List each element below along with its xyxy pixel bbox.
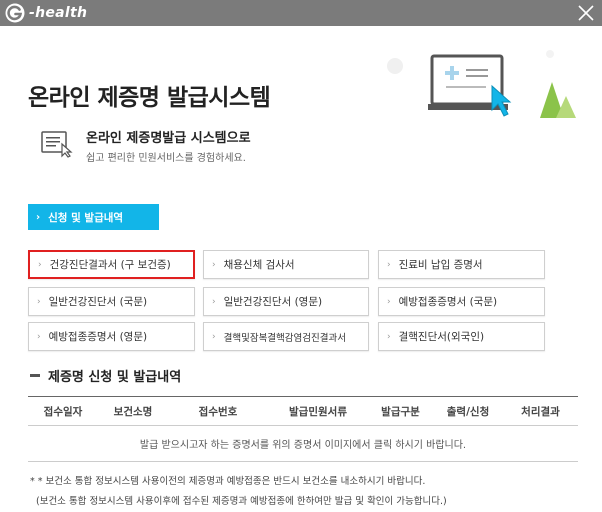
section-marker xyxy=(30,374,40,377)
certificate-label: 결핵및잠복결핵감염검진결과서 xyxy=(223,332,346,344)
certificate-label: 결핵진단서(외국인) xyxy=(398,331,485,343)
monitor-cursor-illustration xyxy=(387,50,576,118)
chevron-right-icon: › xyxy=(36,211,41,223)
close-icon[interactable] xyxy=(576,3,596,23)
certificate-health-exam-result-button[interactable]: › 건강진단결과서 (구 보건증) xyxy=(28,250,195,279)
certificate-label: 예방접종증명서 (국문) xyxy=(398,296,498,308)
certificate-medical-payment-button[interactable]: › 진료비 납입 증명서 xyxy=(378,250,545,279)
certificate-label: 채용신체 검사서 xyxy=(223,259,295,271)
certificate-label: 일반건강진단서 (국문) xyxy=(48,296,148,308)
intro-title: 온라인 제증명발급 시스템으로 xyxy=(86,131,251,146)
column-header: 접수번호 xyxy=(198,405,238,418)
title-bar: -health xyxy=(0,0,602,26)
certificate-tb-foreigner-button[interactable]: › 결핵진단서(외국인) xyxy=(378,322,545,351)
brand-text: -health xyxy=(29,5,88,21)
intro-subtitle: 쉽고 편리한 민원서비스를 경험하세요. xyxy=(86,153,246,164)
certificate-label: 건강진단결과서 (구 보건증) xyxy=(49,259,171,271)
column-header: 처리결과 xyxy=(521,405,560,418)
document-cursor-icon xyxy=(41,131,73,158)
certificate-label: 진료비 납입 증명서 xyxy=(398,259,483,271)
chevron-right-icon: › xyxy=(38,259,42,270)
certificate-vaccination-en-button[interactable]: › 예방접종증명서 (영문) xyxy=(28,322,195,351)
certificate-tb-screening-button[interactable]: › 결핵및잠복결핵감염검진결과서 xyxy=(203,322,369,351)
column-header: 발급민원서류 xyxy=(289,405,347,418)
certificate-general-health-kr-button[interactable]: › 일반건강진단서 (국문) xyxy=(28,287,195,316)
table-header: 접수일자 보건소명 접수번호 발급민원서류 발급구분 출력/신청 처리결과 xyxy=(28,396,578,426)
history-section-title: 제증명 신청 및 발급내역 xyxy=(48,370,182,385)
tab-label: 신청 및 발급내역 xyxy=(48,211,124,224)
chevron-right-icon: › xyxy=(212,259,216,270)
chevron-right-icon: › xyxy=(387,259,391,270)
certificate-vaccination-kr-button[interactable]: › 예방접종증명서 (국문) xyxy=(378,287,545,316)
tab-application-history[interactable]: › 신청 및 발급내역 xyxy=(28,204,159,230)
column-header: 출력/신청 xyxy=(446,405,490,418)
chevron-right-icon: › xyxy=(212,331,216,342)
chevron-right-icon: › xyxy=(387,331,391,342)
empty-table-message: 발급 받으시고자 하는 증명서를 위의 증명서 이미지에서 클릭 하시기 바랍니… xyxy=(28,426,578,462)
column-header: 발급구분 xyxy=(381,405,420,418)
certificate-employment-physical-button[interactable]: › 채용신체 검사서 xyxy=(203,250,369,279)
page-title: 온라인 제증명 발급시스템 xyxy=(28,85,271,111)
chevron-right-icon: › xyxy=(37,296,41,307)
notice-line-1: * * 보건소 통합 정보시스템 사용이전의 제증명과 예방접종은 반드시 보건… xyxy=(30,476,426,487)
g-logo-icon xyxy=(5,3,25,23)
chevron-right-icon: › xyxy=(212,296,216,307)
column-header: 접수일자 xyxy=(43,405,83,418)
certificate-label: 예방접종증명서 (영문) xyxy=(48,331,148,343)
column-header: 보건소명 xyxy=(113,405,153,418)
certificate-label: 일반건강진단서 (영문) xyxy=(223,296,323,308)
certificate-general-health-en-button[interactable]: › 일반건강진단서 (영문) xyxy=(203,287,369,316)
notice-line-2: (보건소 통합 정보시스템 사용이후에 접수된 제증명과 예방접종에 한하여만 … xyxy=(36,496,447,507)
chevron-right-icon: › xyxy=(387,296,391,307)
g-health-logo: -health xyxy=(4,2,87,24)
history-table: 접수일자 보건소명 접수번호 발급민원서류 발급구분 출력/신청 처리결과 발급… xyxy=(28,396,578,462)
chevron-right-icon: › xyxy=(37,331,41,342)
